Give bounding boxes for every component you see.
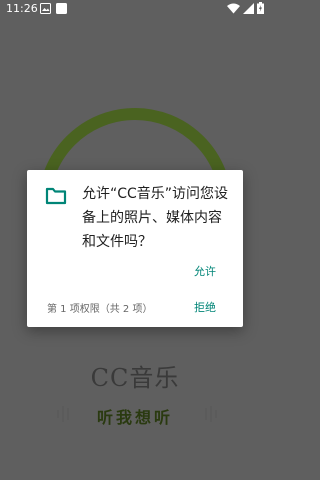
allow-button[interactable]: 允许 [194,263,216,279]
folder-icon [45,187,67,205]
deny-button[interactable]: 拒绝 [194,299,216,315]
sound-wave-right-icon [205,406,217,422]
permission-dialog: 允许“CC音乐”访问您设备上的照片、媒体内容和文件吗？ 允许 第 1 项权限（共… [27,170,243,327]
app-slogan: 听我想听 [96,408,173,427]
permission-message: 允许“CC音乐”访问您设备上的照片、媒体内容和文件吗？ [82,186,229,250]
app-title: CC音乐 [90,364,180,392]
permission-counter: 第 1 项权限（共 2 项） [47,304,153,315]
